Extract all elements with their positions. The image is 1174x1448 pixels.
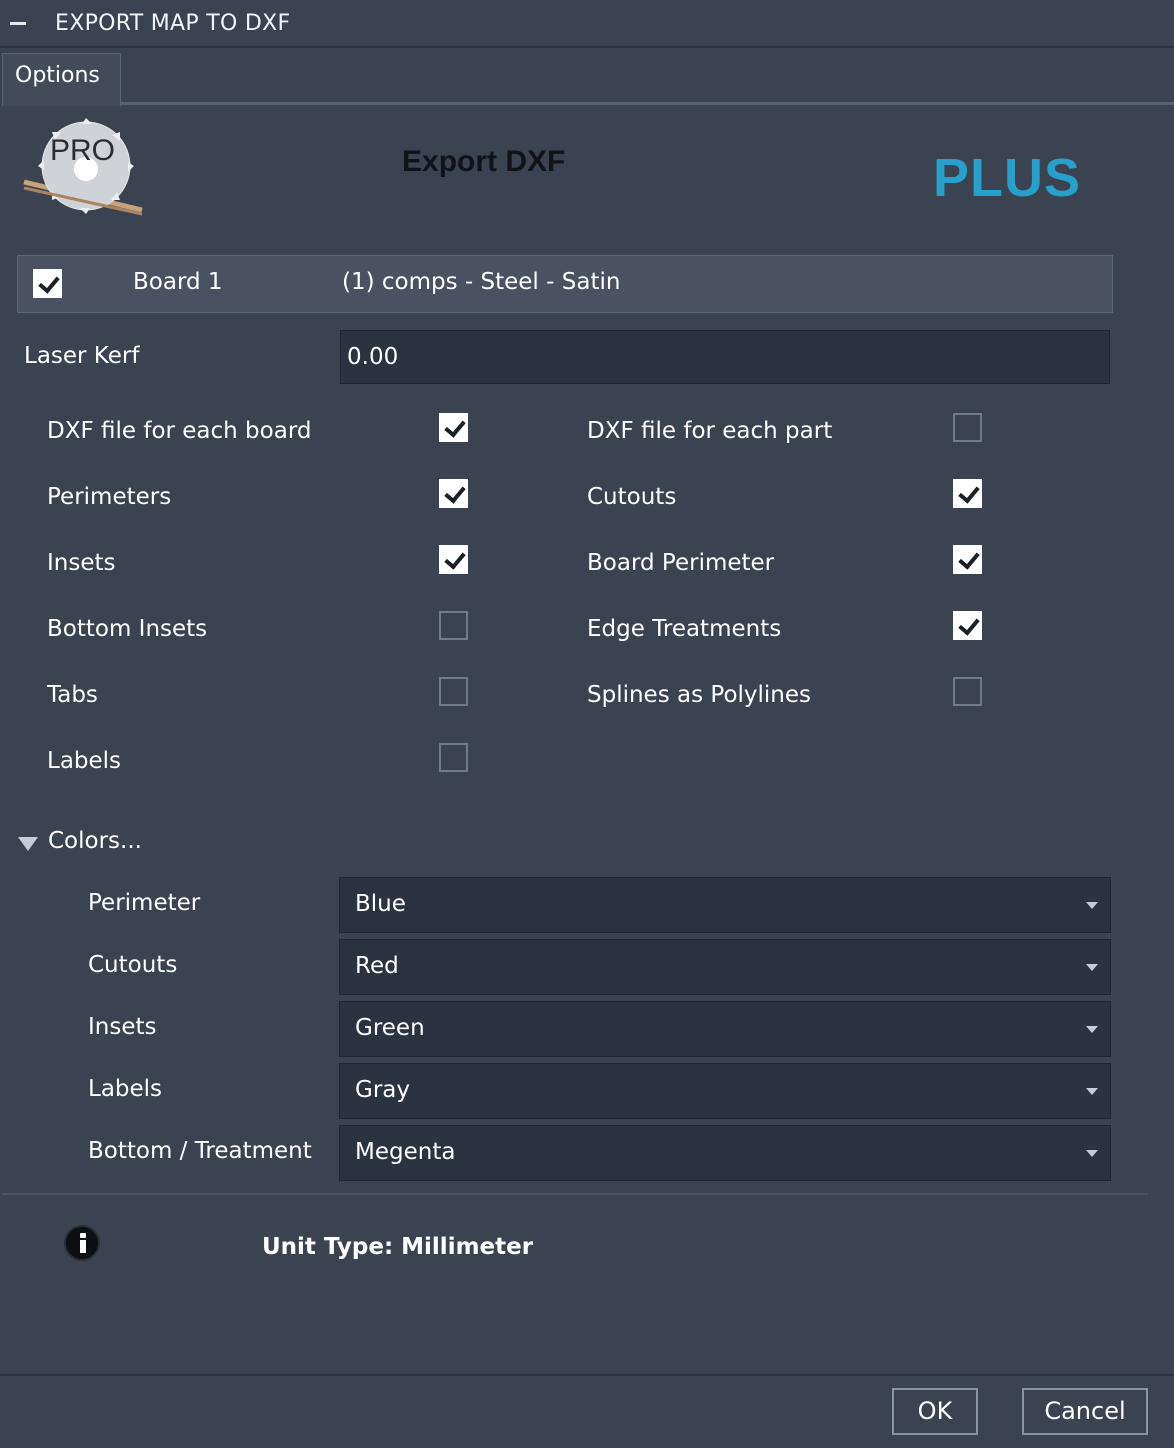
- tab-divider: [121, 102, 1174, 105]
- logo-text: PRO: [50, 134, 115, 167]
- checkbox-bottom-insets[interactable]: [439, 611, 468, 640]
- option-label-splines-as-polylines: Splines as Polylines: [587, 682, 812, 708]
- checkbox-tabs[interactable]: [439, 677, 468, 706]
- select-value: Red: [355, 953, 399, 979]
- color-label-perimeter: Perimeter: [88, 890, 201, 916]
- select-value: Blue: [355, 891, 406, 917]
- collapse-icon[interactable]: [10, 22, 26, 25]
- cancel-button[interactable]: Cancel: [1022, 1388, 1148, 1435]
- board-name: Board 1: [133, 269, 223, 295]
- select-value: Megenta: [355, 1139, 456, 1165]
- checkbox-board-perimeter[interactable]: [953, 545, 982, 574]
- color-select-bottom-treatment[interactable]: Megenta: [339, 1125, 1111, 1181]
- dropdown-arrow-icon: [1086, 902, 1098, 909]
- color-select-labels[interactable]: Gray: [339, 1063, 1111, 1119]
- colors-section-label: Colors...: [48, 828, 142, 854]
- footer-divider: [0, 1374, 1174, 1376]
- option-label-dxf-each-board: DXF file for each board: [47, 418, 312, 444]
- color-label-bottom-treatment: Bottom / Treatment: [88, 1138, 312, 1164]
- checkbox-splines-as-polylines[interactable]: [953, 677, 982, 706]
- checkbox-insets[interactable]: [439, 545, 468, 574]
- pro-saw-logo: PRO: [23, 118, 143, 216]
- checkbox-labels[interactable]: [439, 743, 468, 772]
- color-label-labels: Labels: [88, 1076, 163, 1102]
- unit-type-text: Unit Type: Millimeter: [262, 1234, 534, 1260]
- section-divider: [2, 1193, 1148, 1195]
- option-label-board-perimeter: Board Perimeter: [587, 550, 775, 576]
- board-row[interactable]: Board 1 (1) comps - Steel - Satin: [17, 255, 1113, 313]
- color-label-insets: Insets: [88, 1014, 157, 1040]
- window-title: EXPORT MAP TO DXF: [55, 11, 291, 36]
- edition-badge: PLUS: [933, 148, 1082, 208]
- info-icon: [64, 1225, 100, 1261]
- option-label-tabs: Tabs: [47, 682, 98, 708]
- option-label-cutouts: Cutouts: [587, 484, 677, 510]
- checkbox-dxf-each-board[interactable]: [439, 413, 468, 442]
- option-label-labels: Labels: [47, 748, 122, 774]
- board-checkbox[interactable]: [33, 269, 62, 298]
- option-label-insets: Insets: [47, 550, 116, 576]
- color-label-cutouts: Cutouts: [88, 952, 178, 978]
- checkbox-edge-treatments[interactable]: [953, 611, 982, 640]
- triangle-down-icon: [18, 837, 38, 851]
- tab-options[interactable]: Options: [2, 53, 121, 106]
- laser-kerf-label: Laser Kerf: [24, 343, 140, 369]
- dropdown-arrow-icon: [1086, 1088, 1098, 1095]
- dropdown-arrow-icon: [1086, 1026, 1098, 1033]
- checkbox-dxf-each-part[interactable]: [953, 413, 982, 442]
- option-label-perimeters: Perimeters: [47, 484, 172, 510]
- option-label-edge-treatments: Edge Treatments: [587, 616, 782, 642]
- title-bar: EXPORT MAP TO DXF: [0, 0, 1174, 48]
- laser-kerf-input[interactable]: [340, 330, 1110, 384]
- select-value: Gray: [355, 1077, 410, 1103]
- option-label-dxf-each-part: DXF file for each part: [587, 418, 833, 444]
- board-description: (1) comps - Steel - Satin: [342, 269, 621, 295]
- color-select-cutouts[interactable]: Red: [339, 939, 1111, 995]
- dropdown-arrow-icon: [1086, 964, 1098, 971]
- color-select-perimeter[interactable]: Blue: [339, 877, 1111, 933]
- checkbox-cutouts[interactable]: [953, 479, 982, 508]
- dropdown-arrow-icon: [1086, 1150, 1098, 1157]
- checkbox-perimeters[interactable]: [439, 479, 468, 508]
- option-label-bottom-insets: Bottom Insets: [47, 616, 208, 642]
- select-value: Green: [355, 1015, 425, 1041]
- color-select-insets[interactable]: Green: [339, 1001, 1111, 1057]
- dialog-heading: Export DXF: [402, 145, 566, 178]
- ok-button[interactable]: OK: [892, 1388, 978, 1435]
